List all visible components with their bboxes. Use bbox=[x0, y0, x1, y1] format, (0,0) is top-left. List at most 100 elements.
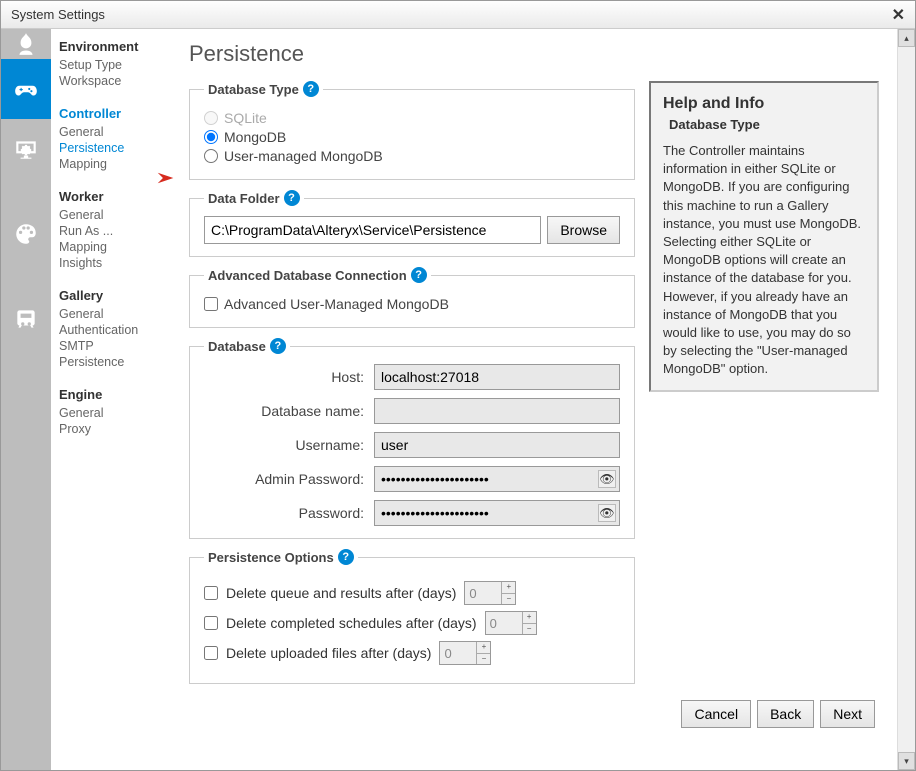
nav-item-engine-proxy[interactable]: Proxy bbox=[59, 422, 163, 436]
help-icon[interactable]: ? bbox=[338, 549, 354, 565]
eye-icon[interactable]: 👁 bbox=[598, 470, 616, 488]
legend-persistence-options: Persistence Options bbox=[208, 550, 334, 565]
label-host: Host: bbox=[204, 369, 364, 385]
monitor-gear-icon bbox=[13, 136, 39, 162]
nav-item-worker-insights[interactable]: Insights bbox=[59, 256, 163, 270]
help-icon[interactable]: ? bbox=[284, 190, 300, 206]
nav-panel: Environment Setup Type Workspace Control… bbox=[51, 29, 171, 770]
nav-item-gallery-persistence[interactable]: Persistence bbox=[59, 355, 163, 369]
fieldset-advanced-connection: Advanced Database Connection ? Advanced … bbox=[189, 267, 635, 328]
spinner-delete-files[interactable]: +− bbox=[439, 641, 491, 665]
username-input[interactable] bbox=[374, 432, 620, 458]
eye-icon[interactable]: 👁 bbox=[598, 504, 616, 522]
legend-advanced-connection: Advanced Database Connection bbox=[208, 268, 407, 283]
nav-item-engine-general[interactable]: General bbox=[59, 406, 163, 420]
dbname-input[interactable] bbox=[374, 398, 620, 424]
radio-mongodb-label: MongoDB bbox=[224, 129, 286, 145]
checkbox-delete-schedules[interactable] bbox=[204, 616, 218, 630]
fieldset-database: Database ? Host: Database name: Username… bbox=[189, 338, 635, 539]
spinner-up-icon[interactable]: + bbox=[523, 612, 536, 624]
spinner-delete-queue[interactable]: +− bbox=[464, 581, 516, 605]
spinner-down-icon[interactable]: − bbox=[502, 594, 515, 605]
fieldset-database-type: Database Type ? SQLite MongoDB User-mana… bbox=[189, 81, 635, 180]
host-input[interactable] bbox=[374, 364, 620, 390]
nav-item-controller-persistence[interactable]: Persistence bbox=[59, 141, 163, 155]
arrow-indicator-icon bbox=[156, 169, 182, 190]
radio-usermanaged-mongodb-label: User-managed MongoDB bbox=[224, 148, 383, 164]
scrollbar[interactable]: ▴ ▾ bbox=[897, 29, 915, 770]
help-panel: Help and Info Database Type The Controll… bbox=[649, 81, 879, 392]
nav-item-setup-type[interactable]: Setup Type bbox=[59, 58, 163, 72]
help-icon[interactable]: ? bbox=[411, 267, 427, 283]
help-icon[interactable]: ? bbox=[270, 338, 286, 354]
help-body: The Controller maintains information in … bbox=[663, 142, 865, 378]
spinner-down-icon[interactable]: − bbox=[523, 624, 536, 635]
nav-section-environment[interactable]: Environment bbox=[59, 39, 163, 54]
radio-sqlite bbox=[204, 111, 218, 125]
icon-controller[interactable] bbox=[1, 59, 51, 119]
nav-section-gallery[interactable]: Gallery bbox=[59, 288, 163, 303]
nav-item-controller-general[interactable]: General bbox=[59, 125, 163, 139]
nav-item-worker-runas[interactable]: Run As ... bbox=[59, 224, 163, 238]
spinner-up-icon[interactable]: + bbox=[502, 582, 515, 594]
label-username: Username: bbox=[204, 437, 364, 453]
settings-window: System Settings ✕ Environment Setup bbox=[0, 0, 916, 771]
spinner-down-icon[interactable]: − bbox=[477, 654, 490, 665]
label-delete-schedules: Delete completed schedules after (days) bbox=[226, 615, 477, 631]
scroll-up-icon[interactable]: ▴ bbox=[898, 29, 915, 47]
spinner-delete-queue-value[interactable] bbox=[465, 582, 501, 604]
icon-environment[interactable] bbox=[1, 29, 51, 59]
nav-section-controller[interactable]: Controller bbox=[59, 106, 163, 121]
close-icon[interactable]: ✕ bbox=[892, 5, 905, 25]
adminpwd-input[interactable] bbox=[374, 466, 620, 492]
legend-data-folder: Data Folder bbox=[208, 191, 280, 206]
nav-item-gallery-general[interactable]: General bbox=[59, 307, 163, 321]
label-dbname: Database name: bbox=[204, 403, 364, 419]
scroll-down-icon[interactable]: ▾ bbox=[898, 752, 915, 770]
label-delete-files: Delete uploaded files after (days) bbox=[226, 645, 431, 661]
spinner-delete-schedules-value[interactable] bbox=[486, 612, 522, 634]
help-icon[interactable]: ? bbox=[303, 81, 319, 97]
train-icon bbox=[13, 306, 39, 332]
nav-item-gallery-auth[interactable]: Authentication bbox=[59, 323, 163, 337]
nav-section-engine[interactable]: Engine bbox=[59, 387, 163, 402]
gamepad-icon bbox=[13, 76, 39, 102]
pwd-input[interactable] bbox=[374, 500, 620, 526]
main-content: Persistence Database Type ? SQLite Mongo… bbox=[171, 29, 897, 770]
label-pwd: Password: bbox=[204, 505, 364, 521]
radio-sqlite-label: SQLite bbox=[224, 110, 267, 126]
back-button[interactable]: Back bbox=[757, 700, 814, 728]
cancel-button[interactable]: Cancel bbox=[681, 700, 751, 728]
radio-mongodb[interactable] bbox=[204, 130, 218, 144]
footer-buttons: Cancel Back Next bbox=[189, 700, 879, 728]
checkbox-delete-queue[interactable] bbox=[204, 586, 218, 600]
checkbox-delete-files[interactable] bbox=[204, 646, 218, 660]
window-title: System Settings bbox=[11, 7, 105, 22]
nav-item-worker-mapping[interactable]: Mapping bbox=[59, 240, 163, 254]
checkbox-advanced-usermanaged[interactable] bbox=[204, 297, 218, 311]
checkbox-advanced-usermanaged-label: Advanced User-Managed MongoDB bbox=[224, 296, 449, 312]
nav-item-worker-general[interactable]: General bbox=[59, 208, 163, 222]
next-button[interactable]: Next bbox=[820, 700, 875, 728]
icon-engine[interactable] bbox=[1, 289, 51, 349]
nav-item-controller-mapping[interactable]: Mapping bbox=[59, 157, 163, 171]
spinner-delete-schedules[interactable]: +− bbox=[485, 611, 537, 635]
palette-icon bbox=[13, 221, 39, 247]
leaf-icon bbox=[13, 31, 39, 57]
nav-item-workspace[interactable]: Workspace bbox=[59, 74, 163, 88]
page-title: Persistence bbox=[189, 41, 879, 67]
legend-database: Database bbox=[208, 339, 266, 354]
browse-button[interactable]: Browse bbox=[547, 216, 620, 244]
icon-gallery[interactable] bbox=[1, 179, 51, 289]
spinner-up-icon[interactable]: + bbox=[477, 642, 490, 654]
icon-strip bbox=[1, 29, 51, 770]
help-subtitle: Database Type bbox=[663, 117, 865, 132]
nav-section-worker[interactable]: Worker bbox=[59, 189, 163, 204]
fieldset-data-folder: Data Folder ? Browse bbox=[189, 190, 635, 257]
label-adminpwd: Admin Password: bbox=[204, 471, 364, 487]
nav-item-gallery-smtp[interactable]: SMTP bbox=[59, 339, 163, 353]
radio-usermanaged-mongodb[interactable] bbox=[204, 149, 218, 163]
spinner-delete-files-value[interactable] bbox=[440, 642, 476, 664]
data-folder-input[interactable] bbox=[204, 216, 541, 244]
icon-worker[interactable] bbox=[1, 119, 51, 179]
